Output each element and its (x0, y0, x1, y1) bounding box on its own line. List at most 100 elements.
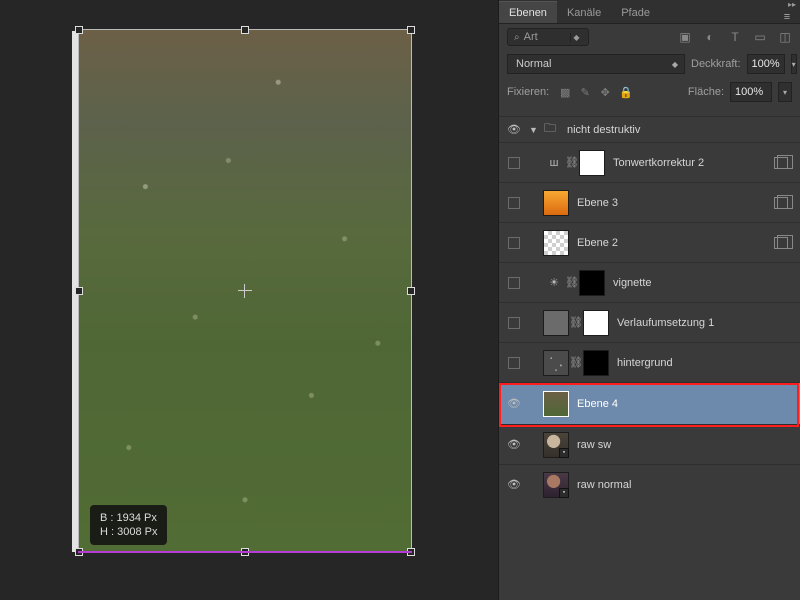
layer-filter-row: ⌕ Art ◆ ▣ ◐ T ▭ ◫ (499, 24, 800, 50)
link-icon[interactable]: ⛓ (565, 276, 579, 289)
transform-handle-e[interactable] (407, 287, 415, 295)
layer-mask-thumbnail[interactable] (579, 150, 605, 176)
lock-transparency-icon[interactable]: ▩ (559, 86, 571, 99)
panel-menu-icon[interactable]: ≡ (780, 11, 794, 23)
transform-info-badge: B : 1934 Px H : 3008 Px (90, 505, 167, 545)
opacity-value: 100% (752, 58, 780, 70)
blend-mode-value: Normal (516, 58, 551, 70)
layer-name: hintergrund (617, 357, 673, 369)
blend-mode-select[interactable]: Normal ◆ (507, 54, 685, 74)
visibility-toggle[interactable]: 👁 (499, 425, 529, 464)
layer-mask-thumbnail[interactable] (579, 270, 605, 296)
transform-handle-ne[interactable] (407, 26, 415, 34)
blend-opacity-row: Normal ◆ Deckkraft: 100% ▾ (499, 50, 800, 78)
lock-all-icon[interactable]: 🔒 (619, 86, 631, 99)
layer-row[interactable]: ☀ ⛓ vignette (499, 262, 800, 302)
layer-mask-thumbnail[interactable] (583, 350, 609, 376)
layers-list: 👁 ▼ 🗀 nicht destruktiv ш ⛓ Tonwertkorrek… (499, 116, 800, 600)
layer-thumbnail[interactable] (543, 230, 569, 256)
layer-row[interactable]: 👁 ▪ raw normal (499, 464, 800, 504)
transform-handle-n[interactable] (241, 26, 249, 34)
transform-handle-se[interactable] (407, 548, 415, 556)
layer-group-row[interactable]: 👁 ▼ 🗀 nicht destruktiv (499, 116, 800, 142)
layer-filter-select[interactable]: ⌕ Art ◆ (507, 28, 589, 46)
canvas-area: B : 1934 Px H : 3008 Px (0, 0, 498, 600)
panel-tabs: Ebenen Kanäle Pfade ≡ (499, 0, 800, 24)
fill-value: 100% (735, 86, 763, 98)
layer-name: raw normal (577, 479, 631, 491)
layer-name: Tonwertkorrektur 2 (613, 157, 704, 169)
gradientmap-adjust-icon (543, 310, 569, 336)
visibility-toggle[interactable]: 👁 (499, 383, 529, 424)
layer-mask-thumbnail[interactable] (583, 310, 609, 336)
layer-thumbnail[interactable] (543, 350, 569, 376)
layer-name: Ebene 2 (577, 237, 618, 249)
opacity-stepper[interactable]: ▾ (791, 54, 797, 74)
tab-layers[interactable]: Ebenen (499, 1, 557, 23)
transform-handle-s[interactable] (241, 548, 249, 556)
filter-adjust-icon[interactable]: ◐ (703, 30, 717, 44)
filter-shape-icon[interactable]: ▭ (753, 30, 767, 44)
layer-thumbnail[interactable]: ▪ (543, 472, 569, 498)
visibility-toggle[interactable] (499, 223, 529, 262)
tab-channels[interactable]: Kanäle (557, 2, 611, 23)
fill-label: Fläche: (688, 86, 724, 98)
transform-handle-sw[interactable] (75, 548, 83, 556)
transform-handle-nw[interactable] (75, 26, 83, 34)
lock-position-icon[interactable]: ✥ (599, 86, 611, 99)
lock-fill-row: Fixieren: ▩ ✎ ✥ 🔒 Fläche: 100% ▾ (499, 78, 800, 106)
layer-group-name: nicht destruktiv (567, 124, 640, 136)
layer-row[interactable]: Ebene 2 (499, 222, 800, 262)
layer-name: Verlaufumsetzung 1 (617, 317, 714, 329)
link-icon[interactable]: ⛓ (569, 316, 583, 329)
layer-filter-label: Art (524, 31, 538, 43)
visibility-toggle[interactable]: 👁 (499, 465, 529, 504)
link-icon[interactable]: ⛓ (569, 356, 583, 369)
transform-height-label: H : 3008 Px (100, 525, 157, 539)
lock-label: Fixieren: (507, 86, 549, 98)
visibility-toggle[interactable] (499, 263, 529, 302)
link-icon[interactable]: ⛓ (565, 156, 579, 169)
layer-thumbnail[interactable]: ▪ (543, 432, 569, 458)
fill-stepper[interactable]: ▾ (778, 82, 792, 102)
transform-handle-w[interactable] (75, 287, 83, 295)
clipping-indicator-icon (770, 232, 792, 254)
filter-image-icon[interactable]: ▣ (678, 30, 692, 44)
clipping-indicator-icon (770, 192, 792, 214)
layer-row-selected[interactable]: 👁 Ebene 4 (499, 382, 800, 424)
search-icon: ⌕ (514, 32, 520, 43)
tab-paths[interactable]: Pfade (611, 2, 660, 23)
fill-input[interactable]: 100% (730, 82, 772, 102)
smartobj-badge-icon: ▪ (559, 448, 569, 458)
layer-thumbnail[interactable] (543, 391, 569, 417)
free-transform-bounding-box[interactable] (78, 29, 412, 553)
exposure-adjust-icon: ☀ (543, 276, 565, 289)
visibility-toggle[interactable] (499, 303, 529, 342)
disclosure-triangle-icon[interactable]: ▼ (529, 125, 541, 135)
filter-type-icon[interactable]: T (728, 30, 742, 44)
smartobj-badge-icon: ▪ (559, 488, 569, 498)
levels-adjust-icon: ш (543, 157, 565, 169)
visibility-toggle[interactable] (499, 143, 529, 182)
layer-thumbnail[interactable] (543, 190, 569, 216)
transform-width-label: B : 1934 Px (100, 511, 157, 525)
layer-name: Ebene 3 (577, 197, 618, 209)
chevron-updown-icon: ◆ (672, 60, 678, 69)
visibility-toggle[interactable]: 👁 (499, 117, 529, 142)
layer-name: Ebene 4 (577, 398, 618, 410)
layer-row[interactable]: ⛓ hintergrund (499, 342, 800, 382)
layer-name: raw sw (577, 439, 611, 451)
collapse-panel-icon[interactable]: ▸▸ (788, 0, 796, 9)
layer-name: vignette (613, 277, 652, 289)
layer-row[interactable]: ⛓ Verlaufumsetzung 1 (499, 302, 800, 342)
layer-row[interactable]: ш ⛓ Tonwertkorrektur 2 (499, 142, 800, 182)
visibility-toggle[interactable] (499, 183, 529, 222)
layers-panel: ▸▸ Ebenen Kanäle Pfade ≡ ⌕ Art ◆ ▣ ◐ T ▭… (498, 0, 800, 600)
layer-row[interactable]: 👁 ▪ raw sw (499, 424, 800, 464)
lock-pixels-icon[interactable]: ✎ (579, 86, 591, 99)
opacity-input[interactable]: 100% (747, 54, 785, 74)
filter-smartobj-icon[interactable]: ◫ (778, 30, 792, 44)
layer-row[interactable]: Ebene 3 (499, 182, 800, 222)
visibility-toggle[interactable] (499, 343, 529, 382)
folder-icon: 🗀 (541, 119, 559, 140)
